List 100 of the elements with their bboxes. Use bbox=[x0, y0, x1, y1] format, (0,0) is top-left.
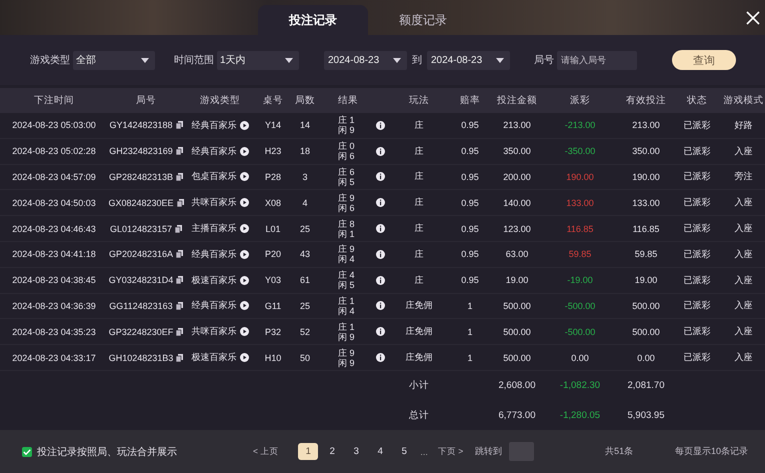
table-cell-text: 140.00 bbox=[502, 198, 532, 208]
table-cell-text: 0.00 bbox=[636, 352, 656, 363]
table-cell-text: H10 bbox=[264, 352, 282, 363]
play-button[interactable] bbox=[240, 250, 248, 259]
copy-button[interactable] bbox=[176, 198, 184, 207]
page-button[interactable]: 1 bbox=[298, 443, 318, 460]
tab[interactable]: 投注记录 bbox=[258, 5, 368, 35]
copy-button[interactable] bbox=[176, 172, 184, 181]
column-header: 赔率 bbox=[459, 94, 481, 107]
play-icon bbox=[240, 276, 248, 285]
dropdown[interactable]: 1天内 bbox=[217, 50, 299, 70]
play-button[interactable] bbox=[240, 327, 248, 336]
checkbox[interactable] bbox=[22, 446, 32, 456]
total-value: 2,608.00 bbox=[498, 380, 536, 392]
prev-page-link[interactable]: < 上页 bbox=[253, 446, 278, 458]
play-button[interactable] bbox=[240, 198, 248, 208]
table-cell-text: -500.00 bbox=[564, 300, 596, 311]
info-button[interactable] bbox=[376, 301, 384, 310]
info-button[interactable] bbox=[376, 327, 384, 336]
page-button[interactable]: 2 bbox=[322, 443, 342, 460]
info-button[interactable] bbox=[376, 146, 384, 156]
table-cell-text: 59.85 bbox=[568, 249, 592, 260]
copy-button[interactable] bbox=[176, 250, 184, 258]
table-cell-text: 19.00 bbox=[634, 275, 658, 286]
table-cell-text: 已派彩 bbox=[682, 299, 712, 312]
table-cell-text: 1 bbox=[466, 352, 474, 363]
table-cell-text: 1 bbox=[466, 326, 474, 337]
table-cell-text: 已派彩 bbox=[682, 118, 712, 132]
copy-button[interactable] bbox=[175, 224, 182, 233]
table-cell-text: 入座 bbox=[734, 222, 754, 236]
table-cell-text: 116.85 bbox=[566, 224, 594, 234]
tab[interactable]: 额度记录 bbox=[368, 5, 478, 35]
info-icon bbox=[376, 120, 384, 130]
result-line: 闲 9 bbox=[338, 125, 355, 136]
result-line: 闲 5 bbox=[338, 280, 355, 290]
table-cell-text: 350.00 bbox=[631, 146, 661, 156]
table-cell-text: 2024-08-23 04:41:18 bbox=[11, 249, 97, 260]
play-button[interactable] bbox=[240, 224, 248, 234]
table-cell-text: 213.00 bbox=[502, 120, 532, 130]
table-cell-text: 2024-08-23 04:46:43 bbox=[11, 224, 97, 234]
table-cell: 共咪百家乐 bbox=[192, 325, 236, 338]
info-button[interactable] bbox=[376, 353, 384, 362]
play-button[interactable] bbox=[240, 146, 248, 156]
info-button[interactable] bbox=[376, 224, 384, 234]
copy-button[interactable] bbox=[176, 147, 183, 156]
close-button[interactable] bbox=[746, 11, 760, 25]
copy-button[interactable] bbox=[176, 276, 184, 284]
play-button[interactable] bbox=[240, 172, 248, 182]
page-button[interactable]: 5 bbox=[394, 443, 414, 460]
table-cell-text: X08 bbox=[264, 198, 282, 208]
info-button[interactable] bbox=[376, 198, 384, 208]
table-cell-text: L01 bbox=[264, 224, 282, 234]
play-button[interactable] bbox=[240, 276, 248, 285]
table-cell-text: 入座 bbox=[734, 248, 754, 261]
page-button[interactable]: 4 bbox=[370, 443, 390, 460]
total-value: 5,903.95 bbox=[626, 410, 666, 421]
play-button[interactable] bbox=[240, 301, 248, 310]
filter-label: 局号 bbox=[534, 54, 554, 67]
copy-icon bbox=[176, 121, 183, 130]
table-cell-text: 63.00 bbox=[504, 249, 530, 260]
table-cell-text: 入座 bbox=[734, 274, 754, 287]
table-cell-text: 入座 bbox=[734, 351, 754, 364]
total-value: -1,280.05 bbox=[558, 410, 602, 421]
table-cell-text: 庄 bbox=[414, 118, 424, 132]
table-cell: GY03248231D4 bbox=[108, 275, 174, 286]
dropdown[interactable]: 2024-08-23 bbox=[427, 50, 510, 70]
copy-button[interactable] bbox=[176, 354, 184, 362]
info-button[interactable] bbox=[376, 120, 384, 130]
play-icon bbox=[240, 224, 248, 234]
query-button[interactable]: 查询 bbox=[672, 50, 736, 70]
page-button[interactable]: 3 bbox=[346, 443, 366, 460]
dropdown[interactable]: 2024-08-23 bbox=[324, 50, 407, 70]
caret-icon bbox=[496, 58, 504, 62]
table-cell-text: 14 bbox=[298, 120, 311, 130]
play-button[interactable] bbox=[240, 120, 248, 130]
dropdown[interactable]: 全部 bbox=[73, 50, 155, 70]
table-cell-text: 50 bbox=[298, 352, 311, 363]
info-icon bbox=[376, 301, 384, 310]
info-icon bbox=[376, 353, 384, 362]
result-line: 闲 4 bbox=[338, 306, 355, 316]
play-icon bbox=[240, 146, 248, 156]
info-button[interactable] bbox=[376, 250, 384, 259]
table-cell: GP202482316A bbox=[108, 249, 174, 260]
table-cell: GH10248231B3 bbox=[108, 352, 174, 363]
info-button[interactable] bbox=[376, 172, 384, 182]
round-input[interactable]: 请输入局号 bbox=[557, 50, 637, 70]
copy-button[interactable] bbox=[176, 121, 183, 130]
play-button[interactable] bbox=[240, 353, 248, 362]
copy-icon bbox=[176, 276, 184, 284]
copy-button[interactable] bbox=[176, 302, 183, 310]
copy-button[interactable] bbox=[176, 328, 184, 336]
table-cell-text: 0.00 bbox=[570, 352, 590, 363]
table-cell-text: 133.00 bbox=[565, 198, 595, 208]
table-cell: 经典百家乐 bbox=[192, 144, 236, 158]
next-page-link[interactable]: 下页 > bbox=[438, 446, 464, 458]
table-cell-text: 350.00 bbox=[502, 146, 532, 156]
result-line: 庄 1 bbox=[338, 296, 355, 306]
table-cell-text: 庄 bbox=[414, 170, 424, 184]
table-cell: 经典百家乐 bbox=[192, 248, 236, 261]
info-button[interactable] bbox=[376, 276, 384, 285]
